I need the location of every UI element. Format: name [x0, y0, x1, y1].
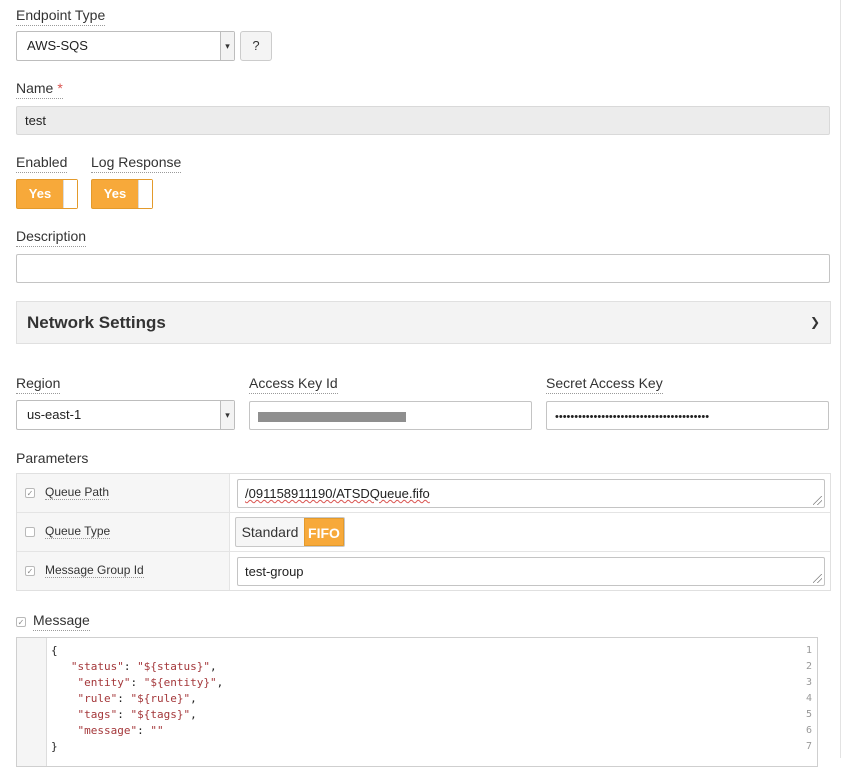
endpoint-type-help-button[interactable]: ? [240, 31, 272, 61]
code-line: "message": "" [77, 724, 164, 737]
message-editor[interactable]: 1 { 2 "status": "${status}", 3 "entity":… [16, 637, 818, 767]
resize-handle-icon[interactable] [813, 496, 822, 505]
message-group-id-label: Message Group Id [45, 563, 144, 578]
queue-path-checkbox[interactable]: ✓ [25, 488, 35, 498]
region-select[interactable]: us-east-1 ▾ [16, 400, 235, 430]
scrollbar-track [840, 0, 841, 758]
line-number: 4 [805, 693, 812, 704]
json-value: "${entity}" [143, 676, 217, 689]
param-name-cell: ✓ Queue Path [17, 474, 230, 512]
required-asterisk: * [57, 80, 63, 96]
line-number: 7 [805, 741, 812, 752]
chevron-down-icon: ▾ [220, 401, 234, 429]
message-label: Message [33, 612, 90, 631]
queue-type-checkbox[interactable] [25, 527, 35, 537]
parameters-table: ✓ Queue Path /091158911190/ATSDQueue.fif… [16, 473, 831, 591]
description-label: Description [16, 228, 87, 247]
message-group-id-value: test-group [245, 564, 304, 579]
chevron-down-icon: ▾ [220, 32, 234, 60]
code-line: "status": "${status}", [70, 660, 217, 673]
json-key: "status" [70, 660, 124, 673]
secret-access-key-input[interactable]: •••••••••••••••••••••••••••••••••••••••• [546, 401, 829, 430]
endpoint-type-select[interactable]: AWS-SQS ▾ [16, 31, 235, 61]
queue-type-segmented: Standard FIFO [235, 517, 345, 547]
endpoint-form: Endpoint Type AWS-SQS ▾ ? Name * test Ena… [0, 0, 848, 767]
secret-access-key-label: Secret Access Key [546, 375, 663, 394]
json-value: "" [150, 724, 164, 737]
enabled-toggle-value: Yes [28, 186, 52, 201]
name-input[interactable]: test [16, 106, 830, 135]
line-number-gutter [17, 638, 47, 766]
chevron-down-icon[interactable]: ❯ [810, 302, 820, 343]
name-label-text: Name [16, 80, 54, 96]
network-settings-title: Network Settings [27, 313, 166, 332]
param-name-cell: Queue Type [17, 513, 230, 551]
description-input[interactable] [16, 254, 830, 283]
json-key: "tags" [77, 708, 118, 721]
json-value: "${tags}" [130, 708, 191, 721]
json-value: "${status}" [137, 660, 210, 673]
message-group-id-checkbox[interactable]: ✓ [25, 566, 35, 576]
network-settings-panel[interactable]: Network Settings ❯ [16, 301, 831, 344]
param-name-cell: ✓ Message Group Id [17, 552, 230, 590]
code-line: "tags": "${tags}", [77, 708, 197, 721]
access-key-id-label: Access Key Id [249, 375, 338, 394]
queue-path-label: Queue Path [45, 485, 110, 500]
code-line: } [51, 740, 58, 753]
message-group-id-input[interactable]: test-group [237, 557, 825, 586]
region-value: us-east-1 [27, 407, 82, 422]
resize-handle-icon[interactable] [813, 574, 822, 583]
code-line: "rule": "${rule}", [77, 692, 197, 705]
endpoint-type-label: Endpoint Type [16, 7, 106, 26]
log-response-label: Log Response [91, 154, 182, 173]
enabled-label: Enabled [16, 154, 68, 173]
access-key-id-input[interactable] [249, 401, 532, 430]
queue-type-option-fifo[interactable]: FIFO [304, 518, 344, 546]
queue-type-label: Queue Type [45, 524, 111, 539]
queue-type-option-standard[interactable]: Standard [236, 518, 304, 546]
toggle-knob [63, 180, 77, 208]
json-key: "message" [77, 724, 138, 737]
redacted-value [258, 411, 406, 422]
message-checkbox[interactable]: ✓ [16, 617, 26, 627]
enabled-toggle[interactable]: Yes [16, 179, 78, 209]
table-row: ✓ Message Group Id test-group [17, 552, 830, 591]
name-label: Name * [16, 80, 63, 99]
code-text: } [51, 740, 58, 753]
secret-access-key-value: •••••••••••••••••••••••••••••••••••••••• [555, 411, 710, 423]
line-number: 1 [805, 645, 812, 656]
endpoint-type-value: AWS-SQS [27, 38, 88, 53]
line-number: 2 [805, 661, 812, 672]
code-text: { [51, 644, 58, 657]
line-number: 5 [805, 709, 812, 720]
parameters-label: Parameters [16, 450, 89, 466]
log-response-toggle[interactable]: Yes [91, 179, 153, 209]
queue-path-value: /091158911190/ATSDQueue.fifo [245, 486, 430, 501]
queue-path-input[interactable]: /091158911190/ATSDQueue.fifo [237, 479, 825, 508]
json-key: "rule" [77, 692, 118, 705]
code-line: "entity": "${entity}", [77, 676, 224, 689]
region-label: Region [16, 375, 61, 394]
table-row: Queue Type Standard FIFO [17, 513, 830, 552]
json-key: "entity" [77, 676, 131, 689]
code-line: { [51, 644, 58, 657]
toggle-knob [138, 180, 152, 208]
line-number: 6 [805, 725, 812, 736]
log-response-toggle-value: Yes [103, 186, 127, 201]
line-number: 3 [805, 677, 812, 688]
json-value: "${rule}" [130, 692, 191, 705]
table-row: ✓ Queue Path /091158911190/ATSDQueue.fif… [17, 474, 830, 513]
